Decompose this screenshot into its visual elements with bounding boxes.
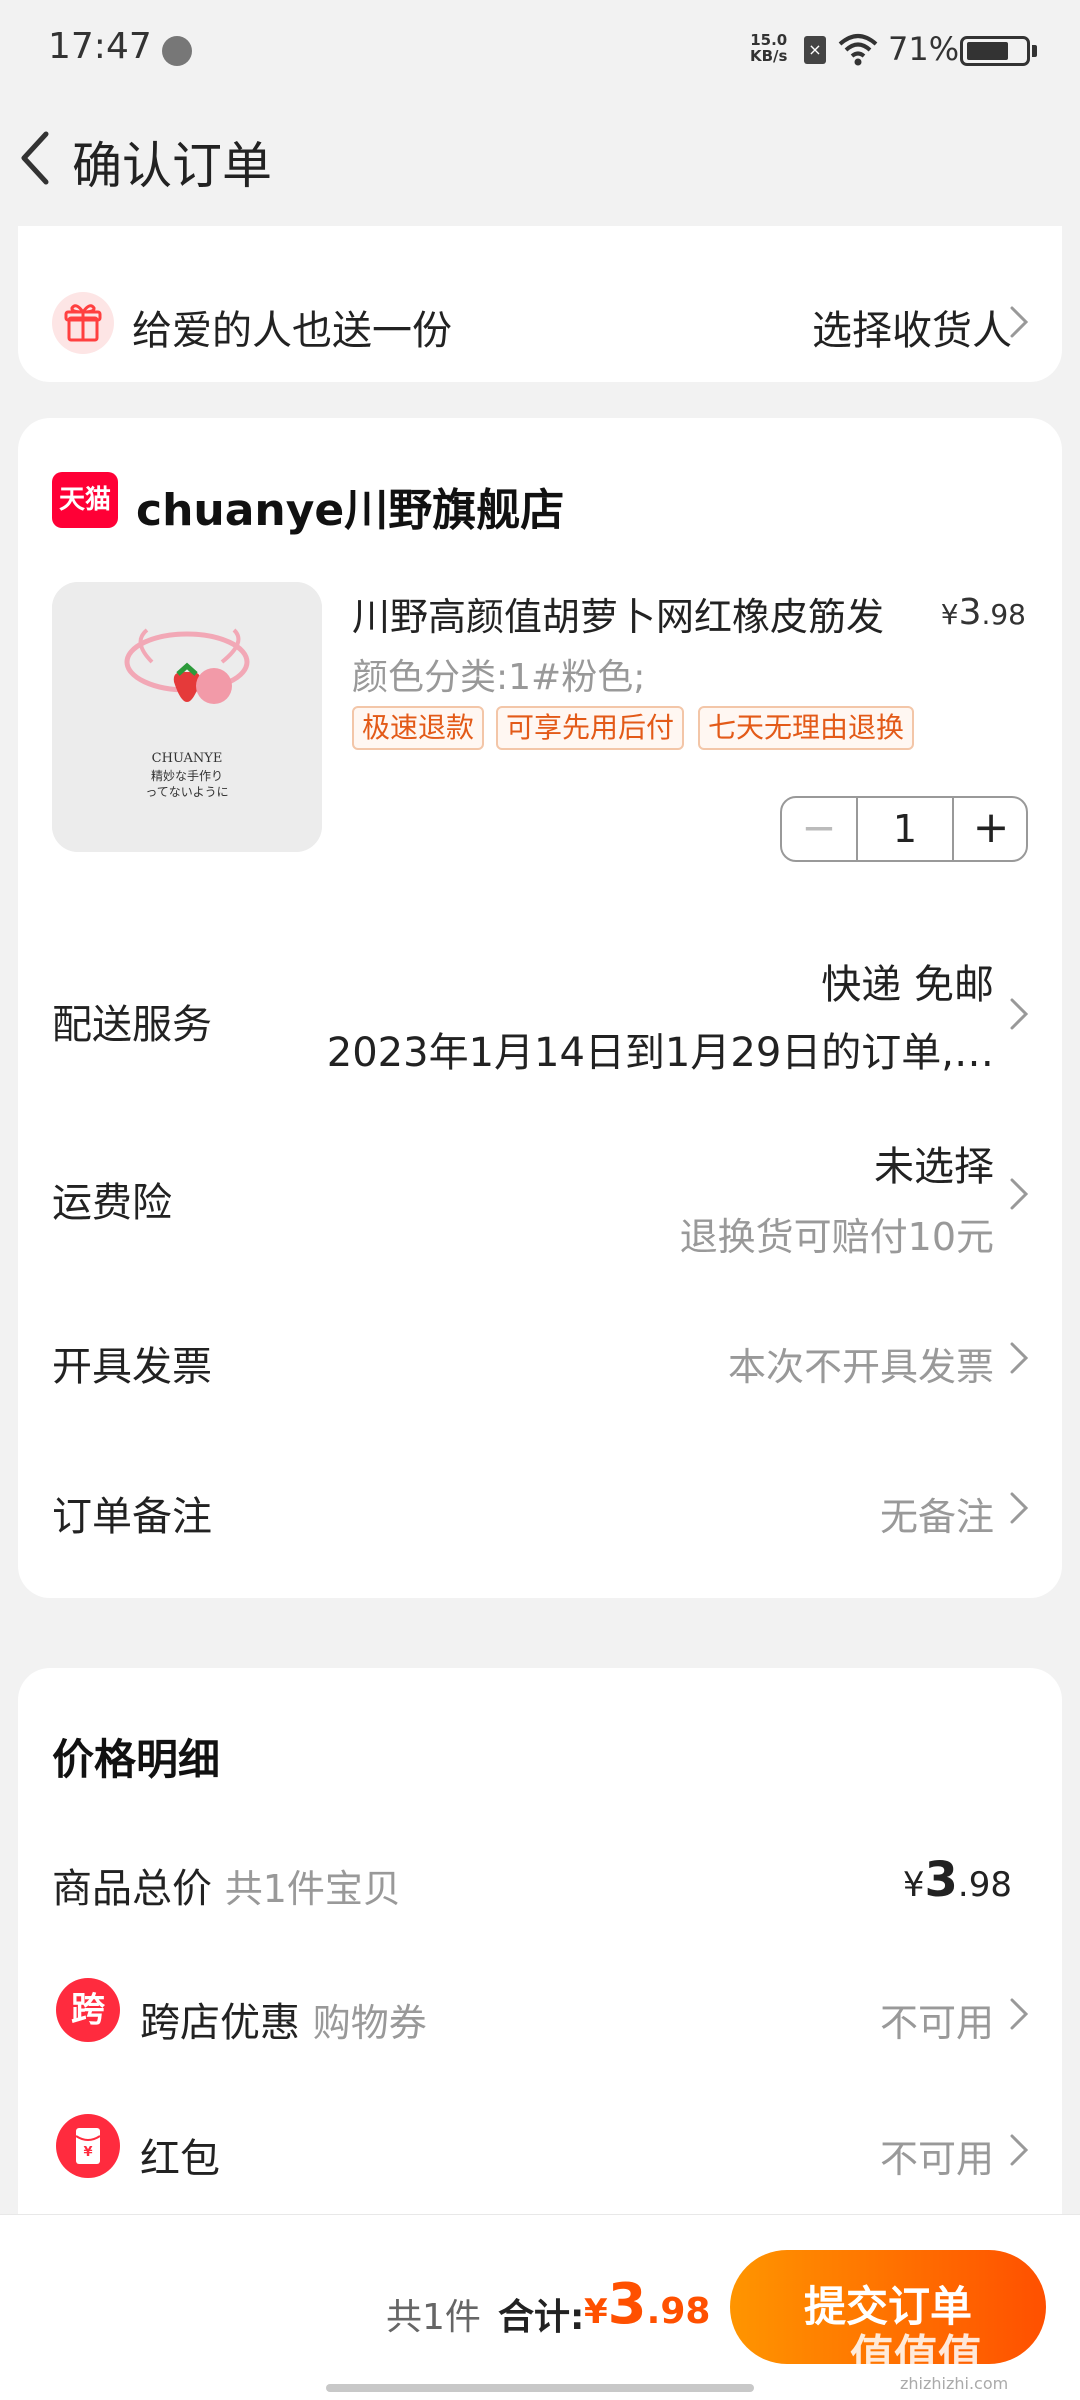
quantity-stepper: − 1 + [780,796,1028,862]
freight-insurance-status[interactable]: 未选择 [874,1134,994,1192]
delivery-label: 配送服务 [52,1002,212,1048]
goods-total-label-text: 商品总价 [52,1866,212,1912]
red-packet-icon-text: ¥ [83,2145,92,2160]
battery-icon [960,36,1030,66]
cross-store-note: 购物券 [312,2001,427,2045]
price-detail-title: 价格明细 [52,1735,221,1784]
total-currency: ¥ [584,2292,608,2332]
chevron-right-icon [1008,304,1030,340]
freight-insurance-label: 运费险 [52,1180,172,1226]
invoice-label: 开具发票 [52,1344,212,1390]
item-count: 共1件 [386,2297,481,2338]
network-speed: 15.0 KB/s [750,32,787,64]
tmall-logo: 天猫 [52,472,118,528]
tag-fast-refund: 极速退款 [352,706,485,750]
goods-total-decimal: .98 [957,1865,1012,1905]
watermark-url: zhizhizhi.com [900,2374,1009,2393]
red-packet-value[interactable]: 不可用 [880,2128,994,2183]
image-caption: 精妙な手作り [151,769,223,783]
notification-icon [162,36,192,66]
goods-total-integer: 3 [924,1852,958,1908]
home-indicator[interactable] [326,2384,754,2392]
delivery-note[interactable]: 2023年1月14日到1月29日的订单,… [327,1020,994,1078]
network-speed-unit: KB/s [750,47,788,65]
battery-tip [1032,45,1037,57]
no-sim-icon: × [804,36,826,64]
price-integer: 3 [958,592,982,633]
chevron-right-icon [1008,1176,1030,1212]
tag-pay-later: 可享先用后付 [496,706,685,750]
delivery-method[interactable]: 快递 免邮 [821,952,994,1010]
chevron-right-icon [1008,1996,1030,2032]
image-caption: CHUANYE [152,751,223,766]
choose-recipient-link[interactable]: 选择收货人 [812,298,1012,356]
chevron-right-icon [1008,2132,1030,2168]
goods-total-value: ¥3.98 [903,1852,1012,1908]
wifi-icon [838,32,878,66]
gift-icon [52,292,114,354]
increase-button[interactable]: + [954,798,1028,860]
quantity-value[interactable]: 1 [856,798,954,860]
red-packet-label: 红包 [140,2136,220,2182]
total-amount: ¥3.98 [584,2272,710,2337]
tag-seven-day-return: 七天无理由退换 [698,706,915,750]
product-name[interactable]: 川野高颜值胡萝卜网红橡皮筋发 [352,586,884,641]
price-currency: ¥ [940,598,959,631]
goods-total-currency: ¥ [902,1865,925,1905]
chevron-right-icon [1008,996,1030,1032]
chevron-left-icon[interactable] [14,126,54,190]
invoice-value[interactable]: 本次不开具发票 [728,1336,994,1391]
remark-label: 订单备注 [52,1494,212,1540]
total-decimal: .98 [646,2291,711,2332]
goods-total-label: 商品总价 共1件宝贝 [52,1856,401,1914]
status-time: 17:47 [48,26,152,67]
goods-count-note: 共1件宝贝 [224,1867,401,1911]
total-label: 合计: [498,2297,585,2338]
network-speed-value: 15.0 [750,31,788,49]
freight-insurance-note[interactable]: 退换货可赔付10元 [680,1206,994,1261]
chevron-right-icon [1008,1340,1030,1376]
chevron-right-icon [1008,1490,1030,1526]
decrease-button[interactable]: − [782,798,856,860]
page-title: 确认订单 [72,137,272,195]
shop-name[interactable]: chuanye川野旗舰店 [136,474,564,538]
battery-percent: 71% [888,30,960,68]
image-caption: ってないように [145,785,228,799]
price-decimal: .98 [981,598,1026,631]
cross-store-value[interactable]: 不可用 [880,1992,994,2047]
battery-level [967,42,1008,60]
product-price: ¥3.98 [941,592,1026,633]
gift-text: 给爱的人也送一份 [132,308,452,354]
remark-value[interactable]: 无备注 [880,1486,994,1541]
cross-store-icon: 跨 [56,1978,120,2042]
total-integer: 3 [607,2272,647,2337]
product-sku: 颜色分类:1#粉色; [352,657,646,698]
red-packet-icon: ¥ [56,2114,120,2178]
cross-store-label: 跨店优惠 购物券 [140,1990,427,2048]
product-image[interactable]: CHUANYE 精妙な手作り ってないように [52,582,322,852]
cross-store-label-text: 跨店优惠 [140,2000,300,2046]
